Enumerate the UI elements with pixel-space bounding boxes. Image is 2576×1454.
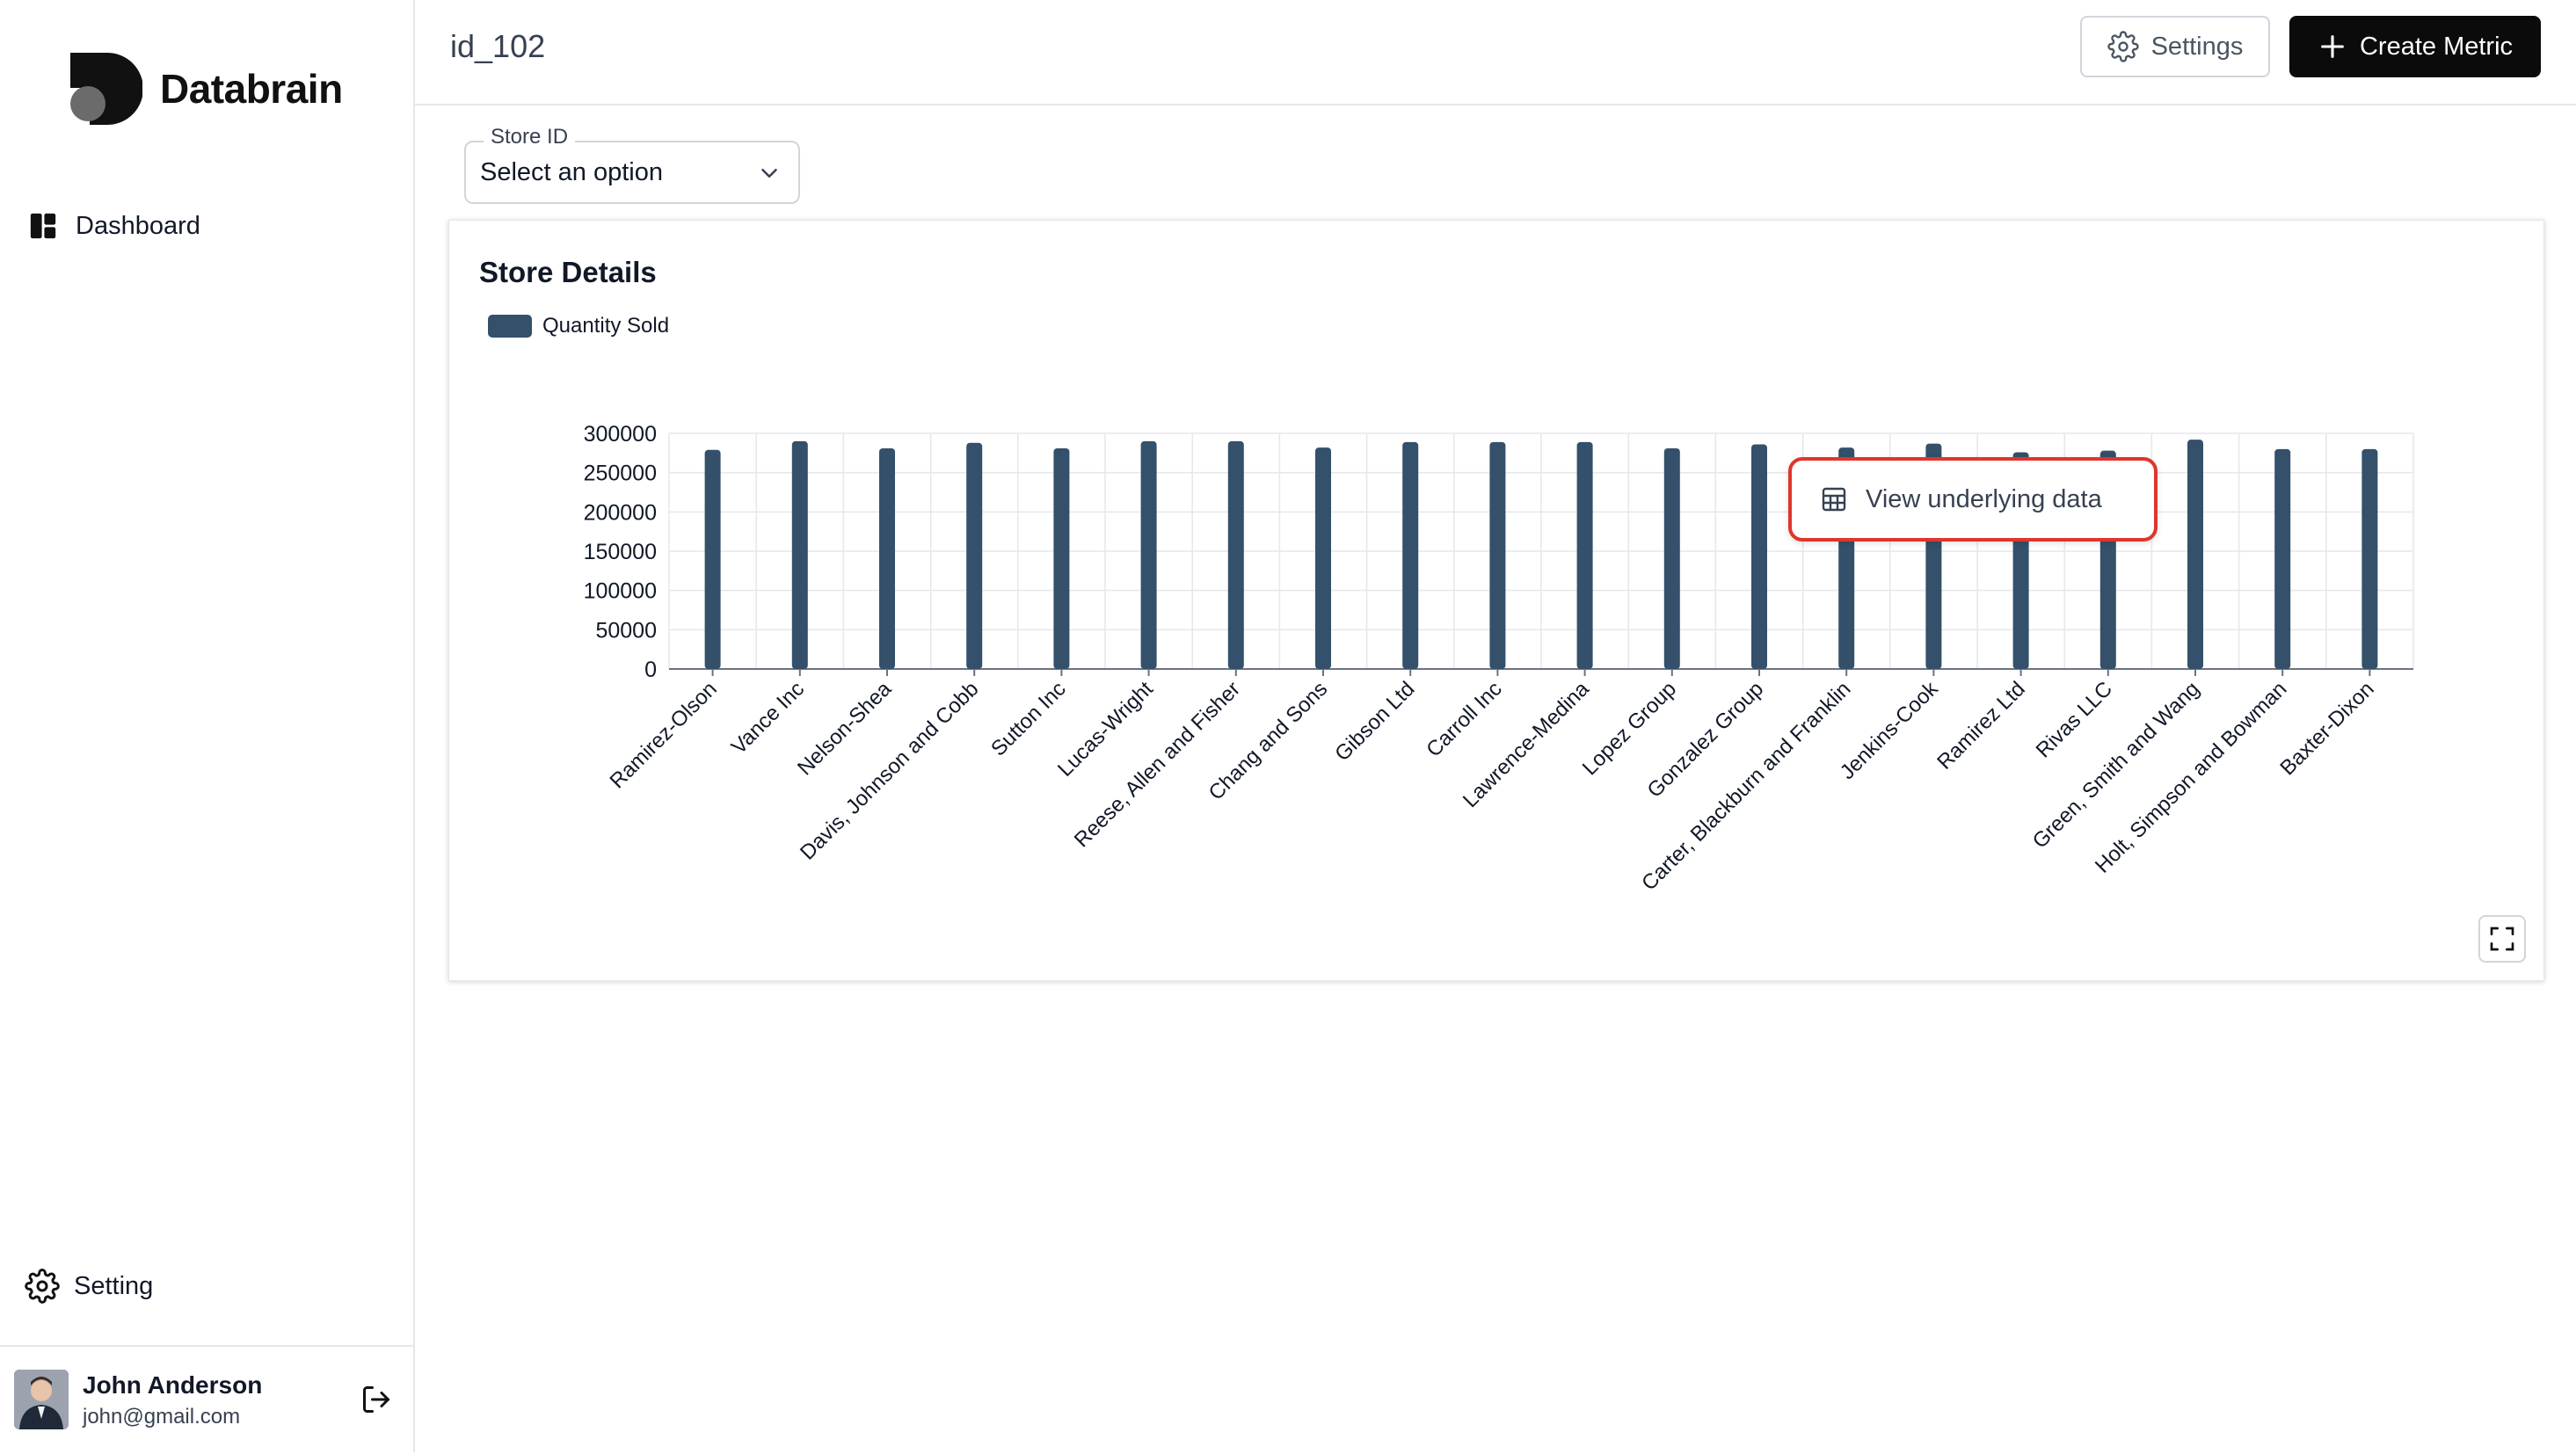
y-tick-label: 250000 <box>584 462 657 486</box>
brand-name: Databrain <box>160 66 343 112</box>
x-tick-label: Ramirez-Olson <box>606 677 722 793</box>
x-tick-label: Gibson Ltd <box>1330 677 1419 766</box>
databrain-logo-icon <box>70 53 142 125</box>
logout-icon[interactable] <box>360 1384 392 1415</box>
y-tick-label: 200000 <box>584 500 657 525</box>
store-id-select[interactable]: Store ID Select an option <box>464 125 800 204</box>
y-tick-label: 0 <box>644 658 657 682</box>
bar[interactable] <box>2361 448 2378 669</box>
chevron-down-icon <box>761 169 777 178</box>
view-underlying-data-menu-item[interactable]: View underlying data <box>1788 457 2158 542</box>
fullscreen-icon <box>2490 927 2514 951</box>
x-tick-label: Davis, Johnson and Cobb <box>796 677 983 864</box>
settings-button[interactable]: Settings <box>2080 16 2270 77</box>
settings-button-label: Settings <box>2150 32 2244 61</box>
y-tick-label: 150000 <box>584 540 657 564</box>
bar[interactable] <box>1315 447 1331 669</box>
dashboard-icon <box>30 213 56 239</box>
expand-button[interactable] <box>2478 915 2526 963</box>
avatar[interactable] <box>14 1370 69 1429</box>
create-metric-button[interactable]: Create Metric <box>2289 16 2541 77</box>
brand-logo[interactable]: Databrain <box>70 53 343 125</box>
x-tick-label: Carroll Inc <box>1422 677 1506 761</box>
user-name: John Anderson <box>83 1371 263 1399</box>
bar[interactable] <box>1140 440 1157 669</box>
top-header: id_102 Settings Create Metric <box>415 0 2576 105</box>
bar[interactable] <box>1576 441 1593 669</box>
x-tick-label: Baxter-Dixon <box>2275 677 2378 780</box>
bar[interactable] <box>1227 440 1244 669</box>
bar[interactable] <box>1663 447 1680 669</box>
x-tick-label: Holt, Simpson and Bowman <box>2091 677 2292 878</box>
sidebar-item-dashboard[interactable]: Dashboard <box>28 206 200 246</box>
gear-icon <box>2107 31 2139 62</box>
bar[interactable] <box>2187 440 2203 669</box>
bar[interactable] <box>1751 444 1767 669</box>
bar[interactable] <box>791 440 808 669</box>
plus-icon <box>2321 35 2344 58</box>
view-underlying-data-label: View underlying data <box>1866 484 2102 513</box>
sidebar-item-label: Dashboard <box>76 211 200 240</box>
user-email: john@gmail.com <box>83 1405 241 1429</box>
page-title: id_102 <box>450 28 546 64</box>
x-tick-label: Ramirez Ltd <box>1932 677 2030 774</box>
bar[interactable] <box>966 442 983 669</box>
sidebar-item-setting[interactable]: Setting <box>25 1266 153 1306</box>
bar[interactable] <box>1402 441 1419 669</box>
store-id-value: Select an option <box>480 158 663 186</box>
bar[interactable] <box>879 447 895 669</box>
x-tick-label: Green, Smith and Wang <box>2028 677 2205 854</box>
user-photo-icon <box>14 1370 69 1429</box>
x-tick-label: Sutton Inc <box>986 677 1071 761</box>
create-metric-label: Create Metric <box>2359 32 2514 61</box>
y-tick-label: 300000 <box>584 422 657 447</box>
store-id-label: Store ID <box>484 125 576 149</box>
x-tick-label: Vance Inc <box>727 677 809 759</box>
user-profile: John Anderson john@gmail.com <box>0 1345 413 1454</box>
y-tick-label: 100000 <box>584 579 657 604</box>
bar[interactable] <box>2274 448 2291 669</box>
chart-card: Store Details Quantity Sold 300000 250000… <box>448 220 2544 981</box>
sidebar-item-label: Setting <box>74 1271 154 1300</box>
x-tick-label: Rivas LLC <box>2032 677 2117 762</box>
table-icon <box>1822 487 1846 512</box>
bar[interactable] <box>1489 441 1506 669</box>
y-tick-label: 50000 <box>595 618 657 643</box>
gear-icon <box>25 1269 60 1304</box>
bar[interactable] <box>704 449 721 669</box>
x-tick-label: Reese, Allen and Fisher <box>1070 677 1245 852</box>
sidebar: Databrain Dashboard Setting John Anderso… <box>0 0 415 1452</box>
bar[interactable] <box>1053 447 1070 669</box>
bar-chart: 300000250000200000150000100000500000Rami… <box>584 422 2414 895</box>
